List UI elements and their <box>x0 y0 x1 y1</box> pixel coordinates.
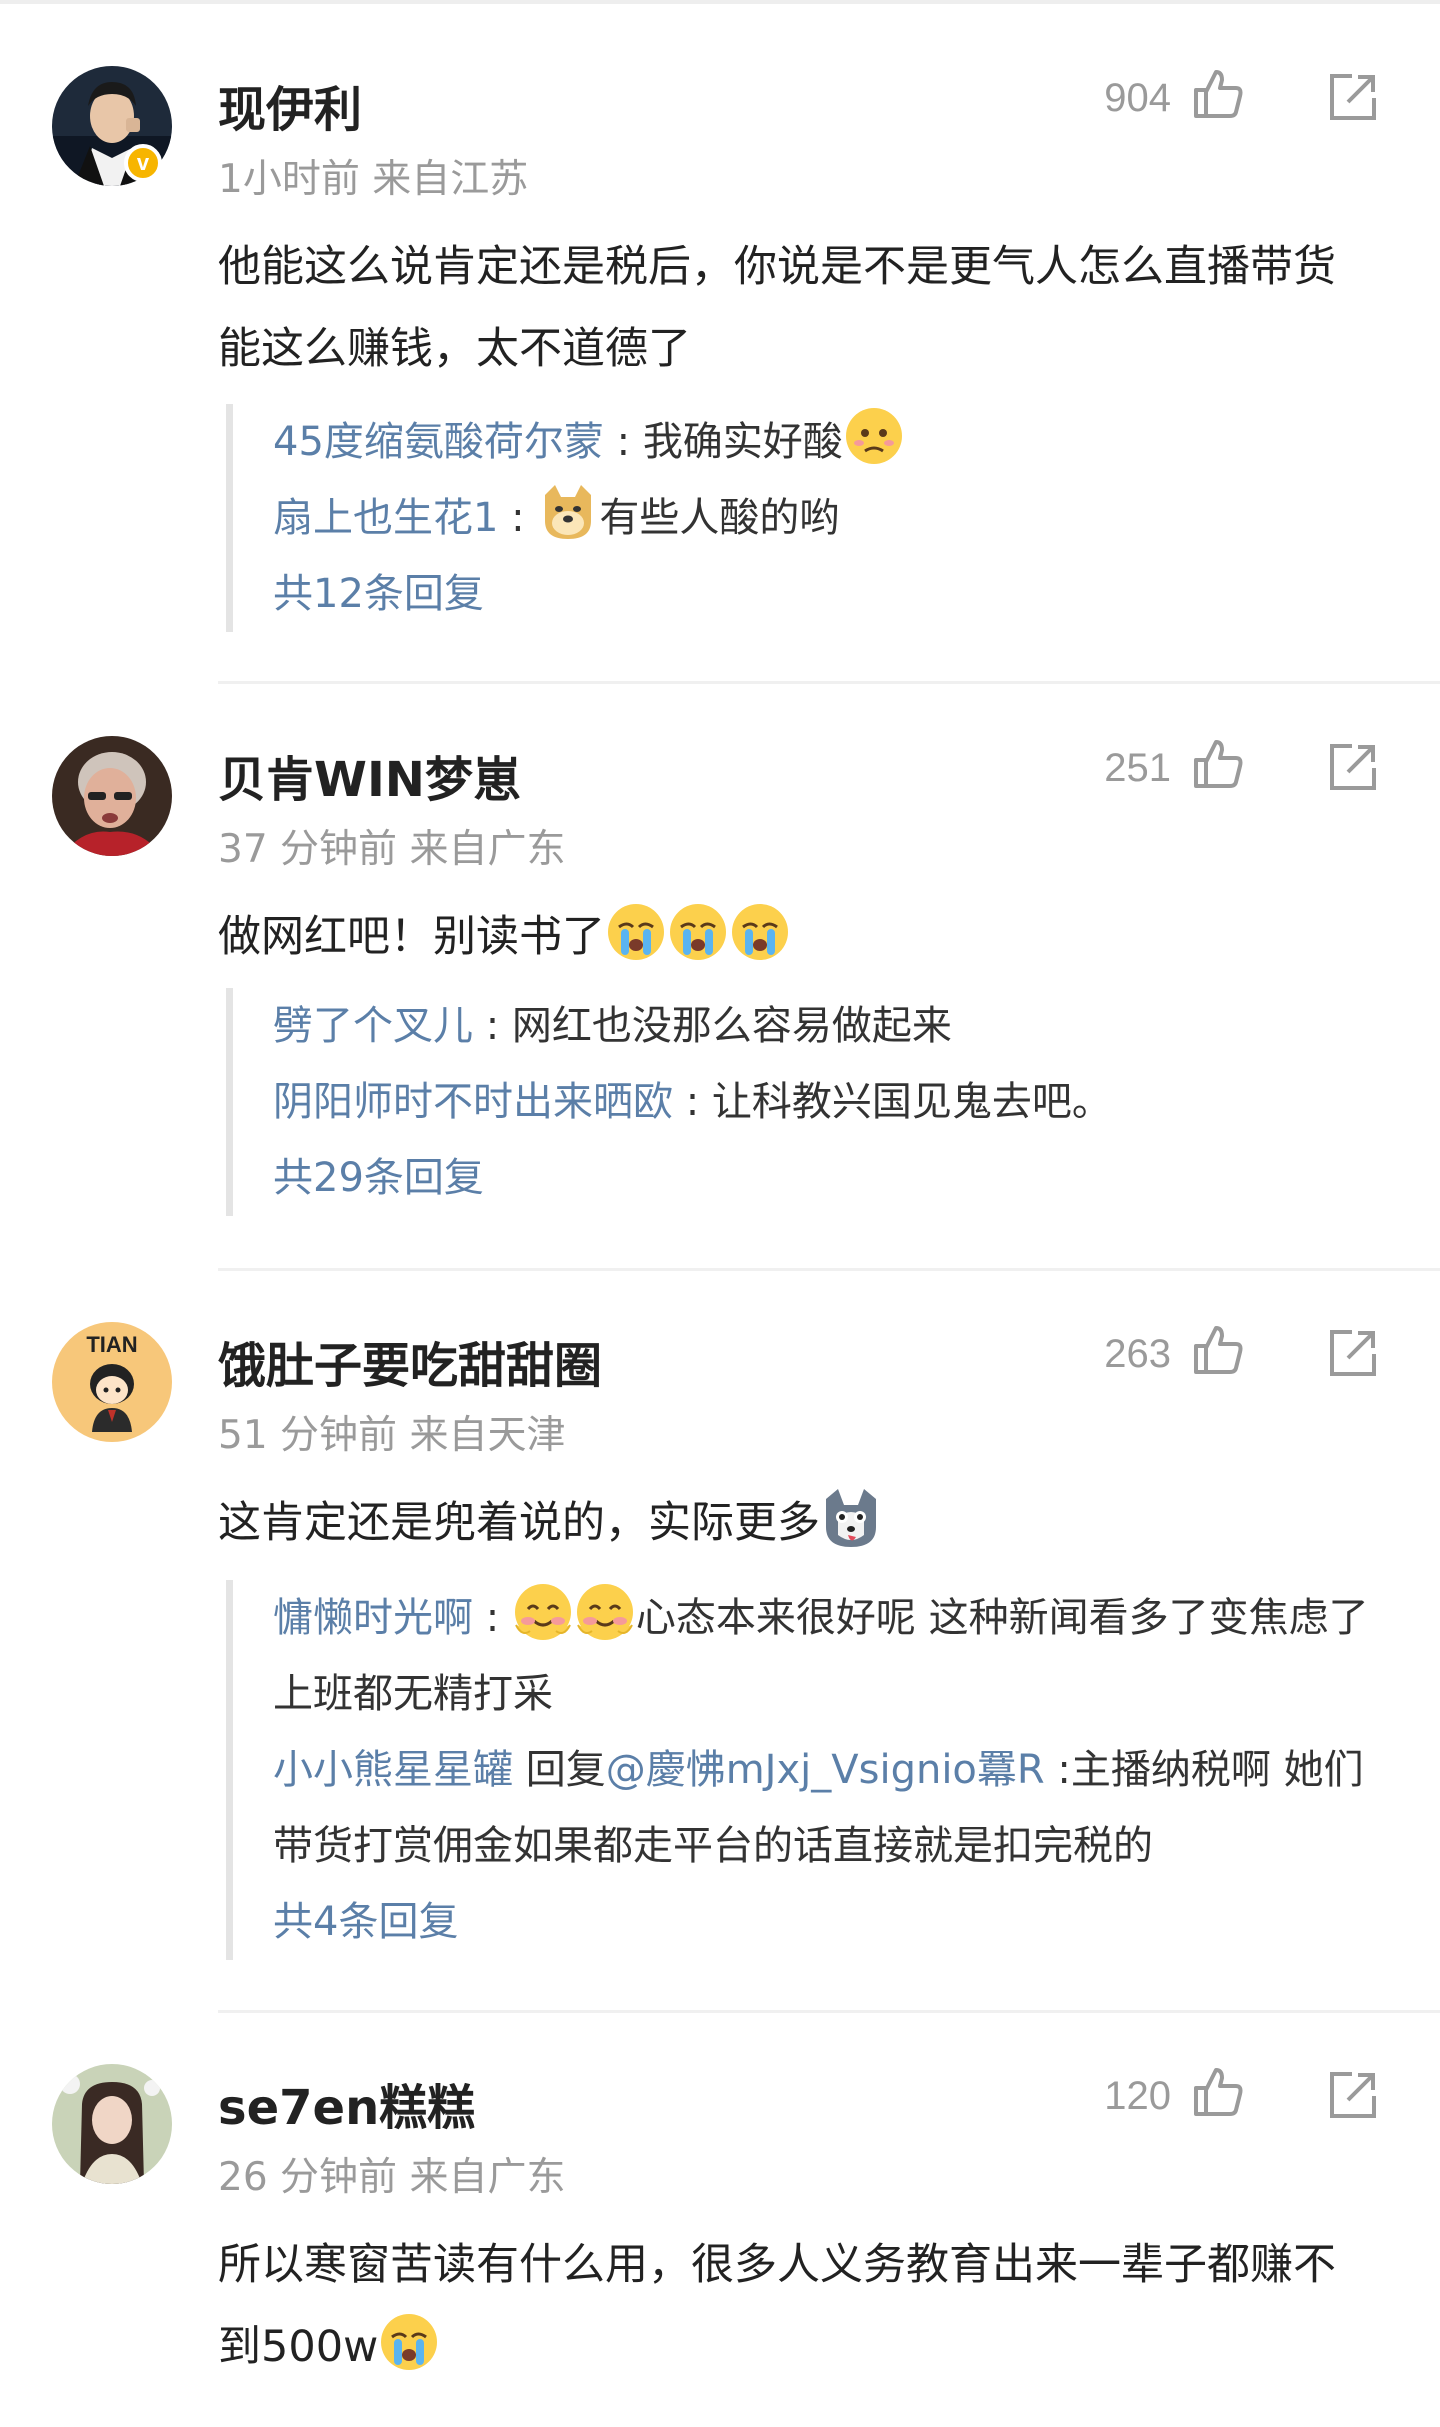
username[interactable]: 贝肯WIN梦崽 <box>218 740 521 810</box>
reply-line: 小小熊星星罐 回复@慶怫mJxj_Vsignio羃R :主播纳税啊 她们带货打赏… <box>273 1732 1386 1884</box>
avatar[interactable]: TIAN <box>52 1322 172 1442</box>
comment-text: 他能这么说肯定还是税后，你说是不是更气人怎么直播带货能这么赚钱，太不道德了 <box>218 242 1336 374</box>
reply-username[interactable]: 45度缩氨酸荷尔蒙 <box>273 419 604 465</box>
divider <box>218 1268 1440 1271</box>
reply-box[interactable]: 劈了个叉儿 : 网红也没那么容易做起来 阴阳师时不时出来晒欧 : 让科教兴国见鬼… <box>226 988 1386 1216</box>
crying-face-icon <box>378 2311 440 2373</box>
reply-text: 我确实好酸 <box>642 419 843 465</box>
comment-time: 51 分钟前 <box>218 1413 398 1458</box>
comment-body: 所以寒窗苦读有什么用，很多人义务教育出来一辈子都赚不到500w <box>218 2224 1378 2388</box>
comment-time: 1小时前 <box>218 157 360 202</box>
comment-body: 这肯定还是兜着说的，实际更多 <box>218 1482 1378 1564</box>
view-more-replies-link[interactable]: 共29条回复 <box>273 1140 1386 1216</box>
comment-meta: 26 分钟前 来自广东 <box>218 2146 565 2202</box>
share-icon[interactable] <box>1326 1326 1380 1380</box>
reply-line: 45度缩氨酸荷尔蒙 : 我确实好酸 <box>273 404 1386 480</box>
reply-username[interactable]: 劈了个叉儿 <box>273 1003 473 1049</box>
share-icon[interactable] <box>1326 740 1380 794</box>
comment-meta: 1小时前 来自江苏 <box>218 148 528 204</box>
comment-meta: 37 分钟前 来自广东 <box>218 818 565 874</box>
reply-box[interactable]: 45度缩氨酸荷尔蒙 : 我确实好酸 扇上也生花1 : 有些人酸的哟 共12条回复 <box>226 404 1386 632</box>
reply-line: 阴阳师时不时出来晒欧 : 让科教兴国见鬼去吧。 <box>273 1064 1386 1140</box>
comment-time: 26 分钟前 <box>218 2155 398 2200</box>
sad-face-icon <box>843 405 905 467</box>
like-count: 263 <box>1104 1332 1171 1376</box>
thumbs-up-icon[interactable] <box>1190 2064 1246 2120</box>
comment-location: 来自广东 <box>409 2155 566 2200</box>
thumbs-up-icon[interactable] <box>1190 736 1246 792</box>
reply-line: 劈了个叉儿 : 网红也没那么容易做起来 <box>273 988 1386 1064</box>
divider <box>218 681 1440 684</box>
avatar-label: TIAN <box>86 1332 137 1357</box>
share-icon[interactable] <box>1326 70 1380 124</box>
avatar[interactable] <box>52 2064 172 2184</box>
comment-meta: 51 分钟前 来自天津 <box>218 1404 565 1460</box>
reply-username[interactable]: 阴阳师时不时出来晒欧 <box>273 1079 673 1125</box>
comment-location: 来自广东 <box>409 827 566 872</box>
husky-face-icon <box>820 1487 882 1549</box>
crying-face-icon <box>605 901 667 963</box>
reply-separator: : <box>603 419 643 465</box>
comment-text: 做网红吧！别读书了 <box>218 912 605 962</box>
comment-body: 做网红吧！别读书了 <box>218 896 1378 978</box>
crying-face-icon <box>729 901 791 963</box>
like-count: 904 <box>1104 76 1171 120</box>
view-more-replies-link[interactable]: 共12条回复 <box>273 556 1386 632</box>
comment-location: 来自天津 <box>409 1413 566 1458</box>
reply-text: 让科教兴国见鬼去吧。 <box>711 1079 1112 1125</box>
comment-location: 来自江苏 <box>372 157 529 202</box>
blush-face-icon <box>574 1581 636 1643</box>
username[interactable]: se7en糕糕 <box>218 2068 475 2138</box>
reply-username[interactable]: 扇上也生花1 <box>273 495 498 541</box>
reply-username[interactable]: 小小熊星星罐 <box>273 1747 513 1793</box>
share-icon[interactable] <box>1326 2068 1380 2122</box>
reply-separator: : <box>473 1595 512 1641</box>
crying-face-icon <box>667 901 729 963</box>
reply-separator: : <box>673 1079 712 1125</box>
mention-link[interactable]: @慶怫mJxj_Vsignio羃R <box>606 1747 1045 1793</box>
thumbs-up-icon[interactable] <box>1190 66 1246 122</box>
avatar[interactable] <box>52 736 172 856</box>
comment-text: 这肯定还是兜着说的，实际更多 <box>218 1498 820 1548</box>
reply-text: 网红也没那么容易做起来 <box>511 1003 952 1049</box>
view-more-replies-link[interactable]: 共4条回复 <box>273 1884 1386 1960</box>
divider <box>218 2010 1440 2013</box>
reply-text: 有些人酸的哟 <box>599 495 840 541</box>
reply-word: 回复 <box>513 1747 606 1793</box>
reply-separator: : <box>498 495 538 541</box>
reply-line: 扇上也生花1 : 有些人酸的哟 <box>273 480 1386 556</box>
reply-username[interactable]: 慵懒时光啊 <box>273 1595 473 1641</box>
reply-line: 慵懒时光啊 : 心态本来很好呢 这种新闻看多了变焦虑了 上班都无精打采 <box>273 1580 1386 1732</box>
comment-time: 37 分钟前 <box>218 827 398 872</box>
like-count: 251 <box>1104 746 1171 790</box>
reply-separator: : <box>473 1003 512 1049</box>
thumbs-up-icon[interactable] <box>1190 1322 1246 1378</box>
blush-face-icon <box>512 1581 574 1643</box>
top-edge <box>0 0 1440 4</box>
like-count: 120 <box>1104 2074 1171 2118</box>
doge-face-icon <box>537 481 599 543</box>
reply-box[interactable]: 慵懒时光啊 : 心态本来很好呢 这种新闻看多了变焦虑了 上班都无精打采 小小熊星… <box>226 1580 1386 1960</box>
username[interactable]: 饿肚子要吃甜甜圈 <box>218 1326 602 1396</box>
verified-badge-icon: v <box>124 144 162 182</box>
username[interactable]: 现伊利 <box>218 70 362 140</box>
